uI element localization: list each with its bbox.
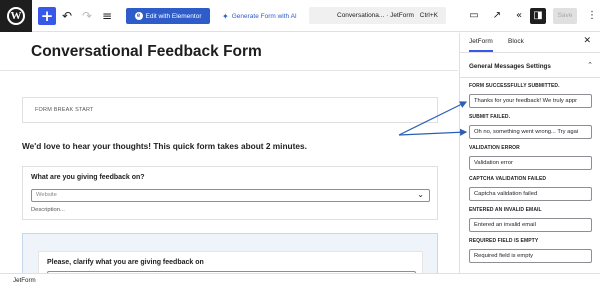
- undo-icon[interactable]: ↶: [60, 8, 74, 24]
- validation-error-input[interactable]: Validation error: [469, 156, 592, 170]
- form-break-label: FORM BREAK START: [35, 107, 94, 113]
- wordpress-logo-button[interactable]: W: [0, 0, 32, 32]
- required-empty-input[interactable]: Required field is empty: [469, 249, 592, 263]
- select-field-block[interactable]: What are you giving feedback on? Website…: [22, 166, 438, 220]
- success-message-input[interactable]: Thanks for your feedback! We truly appr: [469, 94, 592, 108]
- settings-sidebar-icon[interactable]: ◨: [530, 8, 546, 24]
- editor-canvas: Conversational Feedback Form FORM BREAK …: [0, 33, 458, 273]
- document-title: Conversationa...: [337, 12, 385, 19]
- conditional-group-block[interactable]: Please, clarify what you are giving feed…: [22, 233, 438, 273]
- chevron-down-icon: ⌄: [417, 190, 424, 199]
- settings-sidebar: JetForm Block ✕ General Messages Setting…: [459, 33, 600, 273]
- tab-jetform[interactable]: JetForm: [469, 38, 493, 52]
- document-title-suffix: · JetForm: [386, 12, 414, 19]
- form-break-block[interactable]: FORM BREAK START: [22, 97, 438, 123]
- save-button[interactable]: Save: [553, 8, 577, 24]
- collapse-icon[interactable]: «: [511, 8, 527, 24]
- invalid-email-input[interactable]: Entered an invalid email: [469, 218, 592, 232]
- redo-icon[interactable]: ↷: [80, 8, 94, 24]
- generate-form-ai-button[interactable]: ✦ Generate Form with AI: [222, 8, 297, 24]
- document-title-bar[interactable]: Conversationa... · JetForm Ctrl+K: [309, 7, 446, 24]
- chevron-up-icon: ⌃: [587, 61, 593, 69]
- elementor-icon: e: [134, 12, 143, 20]
- clarify-field-label: Please, clarify what you are giving feed…: [47, 259, 204, 266]
- field-label: FORM SUCCESSFULLY SUBMITTED.: [469, 83, 560, 89]
- field-label: VALIDATION ERROR: [469, 145, 520, 151]
- close-icon[interactable]: ✕: [583, 36, 591, 46]
- field-label: ENTERED AN INVALID EMAIL: [469, 207, 542, 213]
- field-label: REQUIRED FIELD IS EMPTY: [469, 238, 539, 244]
- page-title[interactable]: Conversational Feedback Form: [31, 43, 262, 61]
- select-field-description: Description...: [31, 207, 65, 213]
- field-label: CAPTCHA VALIDATION FAILED: [469, 176, 547, 182]
- block-breadcrumb: JetForm: [0, 273, 600, 286]
- failed-message-input[interactable]: Oh no, something went wrong... Try agai: [469, 125, 592, 139]
- preview-desktop-icon[interactable]: ▭: [466, 8, 482, 24]
- breadcrumb-item[interactable]: JetForm: [13, 277, 36, 284]
- tab-block[interactable]: Block: [508, 38, 524, 45]
- select-field-dropdown[interactable]: Website ⌄: [31, 189, 430, 202]
- document-overview-icon[interactable]: ≡: [100, 8, 114, 24]
- select-field-label: What are you giving feedback on?: [31, 174, 145, 181]
- ai-label: Generate Form with AI: [231, 12, 297, 20]
- messages-section-header[interactable]: General Messages Settings ⌃: [460, 54, 600, 78]
- elementor-label: Edit with Elementor: [145, 12, 202, 20]
- add-block-button[interactable]: +: [38, 7, 56, 25]
- view-post-icon[interactable]: ↗: [489, 8, 505, 24]
- wordpress-icon: W: [7, 7, 25, 25]
- field-label: SUBMIT FAILED.: [469, 114, 511, 120]
- intro-heading[interactable]: We'd love to hear your thoughts! This qu…: [22, 141, 307, 151]
- select-placeholder: Website: [36, 192, 57, 198]
- section-title: General Messages Settings: [469, 63, 551, 70]
- edit-with-elementor-button[interactable]: e Edit with Elementor: [126, 8, 210, 24]
- editor-toolbar: W + ↶ ↷ ≡ e Edit with Elementor ✦ Genera…: [0, 0, 600, 32]
- captcha-failed-input[interactable]: Captcha validation failed: [469, 187, 592, 201]
- command-shortcut: Ctrl+K: [419, 12, 438, 19]
- sidebar-tabs: JetForm Block ✕: [460, 33, 600, 53]
- clarify-field-block[interactable]: Please, clarify what you are giving feed…: [38, 251, 423, 273]
- ai-sparkle-icon: ✦: [222, 11, 229, 21]
- title-area: Conversational Feedback Form: [0, 33, 458, 71]
- options-menu-icon[interactable]: ⋮: [584, 8, 600, 24]
